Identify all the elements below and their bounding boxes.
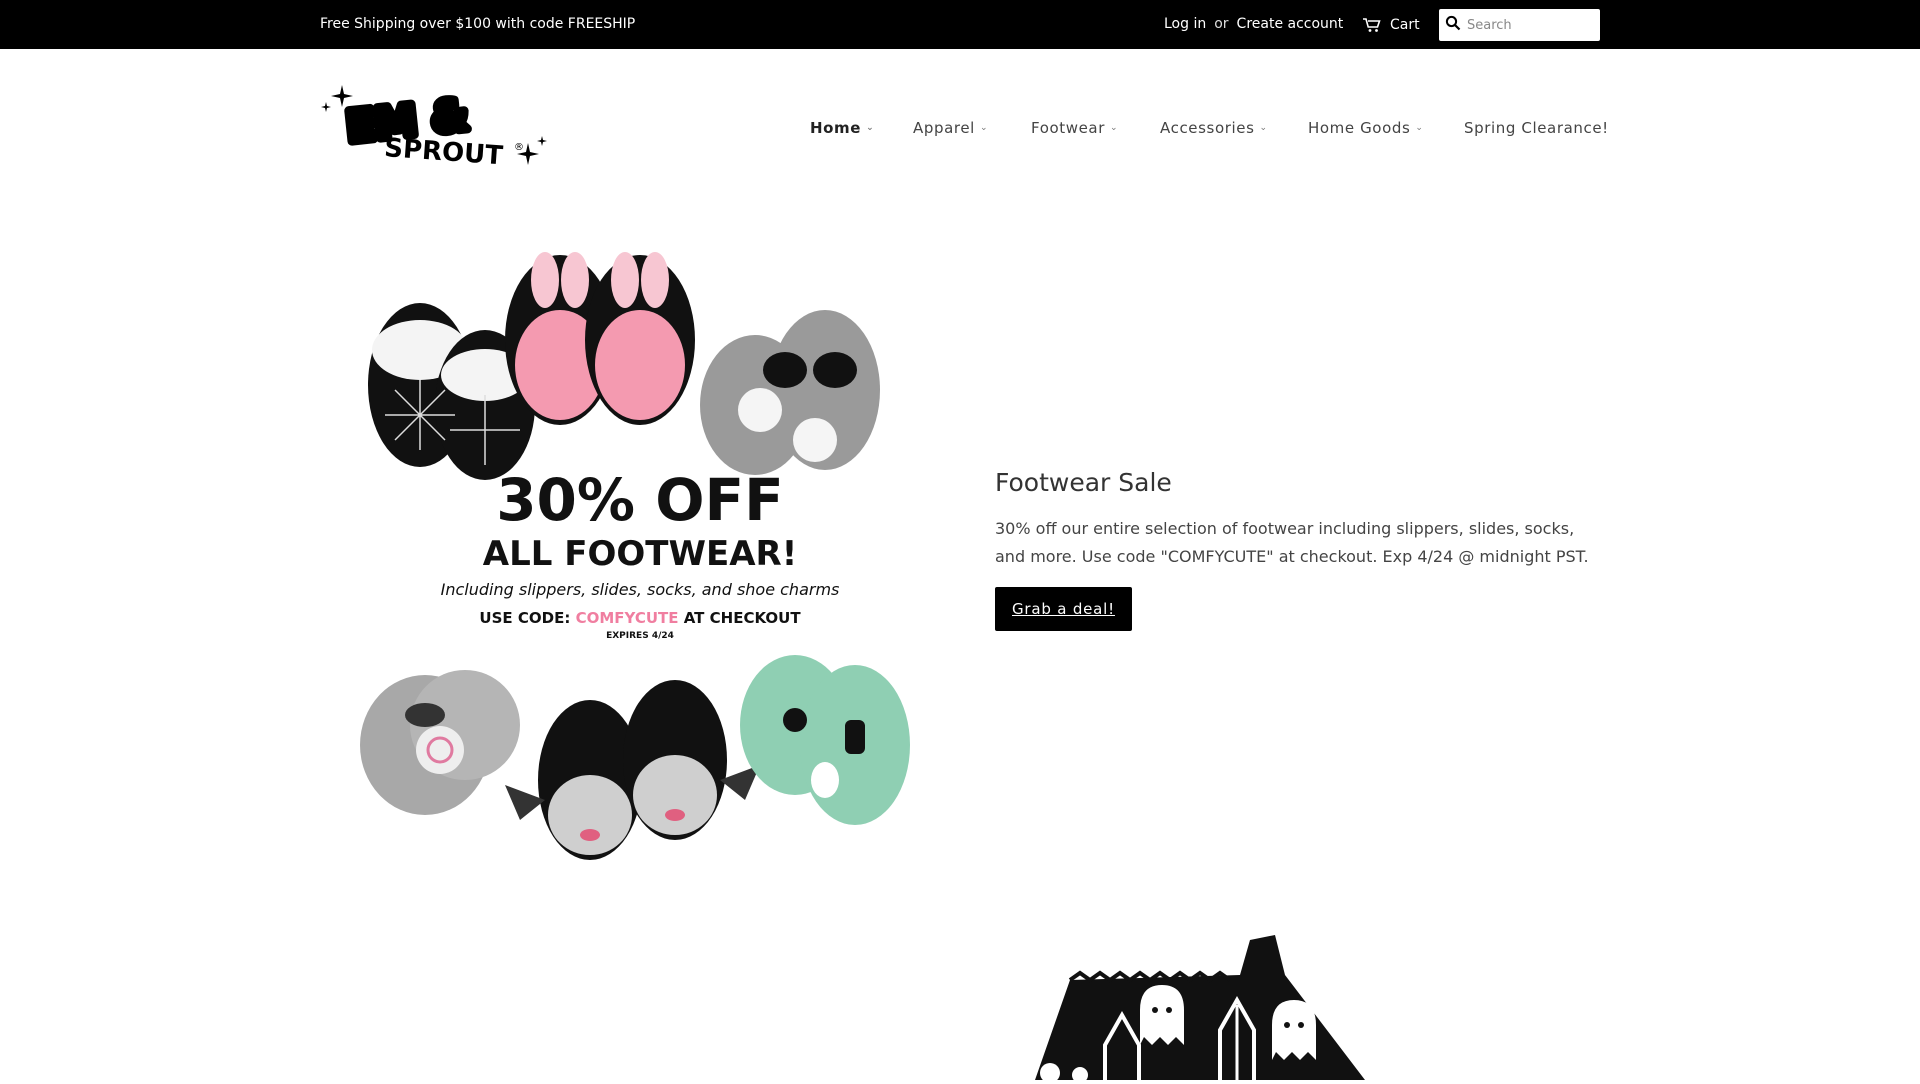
mint-slippers xyxy=(740,655,910,825)
announcement-bar: Free Shipping over $100 with code FREESH… xyxy=(0,0,1920,49)
hero-title: Footwear Sale xyxy=(995,468,1172,497)
raven-skull-slippers xyxy=(700,310,880,475)
svg-text:SPROUT: SPROUT xyxy=(383,133,504,171)
chevron-down-icon: ⌄ xyxy=(866,123,875,133)
chevron-down-icon: ⌄ xyxy=(1259,123,1268,133)
hero-content: Footwear Sale 30% off our entire selecti… xyxy=(995,468,1605,631)
svg-text:®: ® xyxy=(514,142,524,153)
promo-code: COMFYCUTE xyxy=(576,609,679,627)
chevron-down-icon: ⌄ xyxy=(979,123,989,133)
promo-text: Free Shipping over $100 with code FREESH… xyxy=(320,16,636,32)
cart-link[interactable]: Cart xyxy=(1362,0,1420,49)
nav-item-accessories[interactable]: Accessories ⌄ xyxy=(1160,110,1308,146)
nav-label: Footwear xyxy=(1031,119,1105,137)
nav-label: Home Goods xyxy=(1308,119,1411,137)
nav-label: Accessories xyxy=(1160,119,1255,137)
account-links: Log in or Create account xyxy=(1164,0,1343,49)
bat-slippers xyxy=(505,680,760,860)
search-input[interactable] xyxy=(1467,17,1593,33)
promo-headline: 30% OFF xyxy=(496,466,784,534)
chevron-down-icon: ⌄ xyxy=(1415,123,1424,133)
hero-description: 30% off our entire selection of footwear… xyxy=(995,519,1589,566)
promo-code-suffix: AT CHECKOUT xyxy=(684,609,802,627)
nav-item-spring-clearance[interactable]: Spring Clearance! xyxy=(1464,110,1609,146)
bunny-slippers xyxy=(505,252,695,425)
login-link[interactable]: Log in xyxy=(1164,16,1206,32)
cart-icon xyxy=(1362,17,1382,33)
cart-label: Cart xyxy=(1390,16,1420,33)
promo-subheadline: ALL FOOTWEAR! xyxy=(483,534,797,574)
chevron-down-icon: ⌄ xyxy=(1110,123,1119,133)
nav-label: Apparel xyxy=(913,119,975,137)
grab-deal-button[interactable]: Grab a deal! xyxy=(995,587,1132,631)
or-text: or xyxy=(1214,16,1229,32)
promo-code-line: USE CODE: COMFYCUTE AT CHECKOUT xyxy=(479,609,801,627)
footwear-sale-image[interactable]: 30% OFF ALL FOOTWEAR! Including slippers… xyxy=(355,240,925,865)
nav-label: Spring Clearance! xyxy=(1464,119,1609,137)
nav-item-home[interactable]: Home ⌄ xyxy=(810,110,913,146)
main-nav: Home ⌄ Apparel ⌄ Footwear ⌄ Accessories ⌄ Ho… xyxy=(810,110,1609,146)
nav-item-home-goods[interactable]: Home Goods ⌄ xyxy=(1308,110,1464,146)
nav-item-apparel[interactable]: Apparel ⌄ xyxy=(913,110,1031,146)
search-icon[interactable] xyxy=(1445,15,1461,35)
gray-pink-slippers xyxy=(360,670,520,815)
promo-code-prefix: USE CODE: xyxy=(479,609,570,627)
create-account-link[interactable]: Create account xyxy=(1237,16,1344,32)
promo-expiry: EXPIRES 4/24 xyxy=(606,631,674,641)
ghost-icon xyxy=(1140,985,1184,1045)
promo-includes: Including slippers, slides, socks, and s… xyxy=(441,580,840,599)
nav-label: Home xyxy=(810,119,862,137)
nav-item-footwear[interactable]: Footwear ⌄ xyxy=(1031,110,1160,146)
store-logo[interactable]: EM & EM & SPROUT ® xyxy=(320,80,550,172)
ghost-icon xyxy=(1272,1000,1316,1060)
haunted-house-image[interactable] xyxy=(1010,935,1390,1083)
search-box[interactable] xyxy=(1439,9,1600,41)
